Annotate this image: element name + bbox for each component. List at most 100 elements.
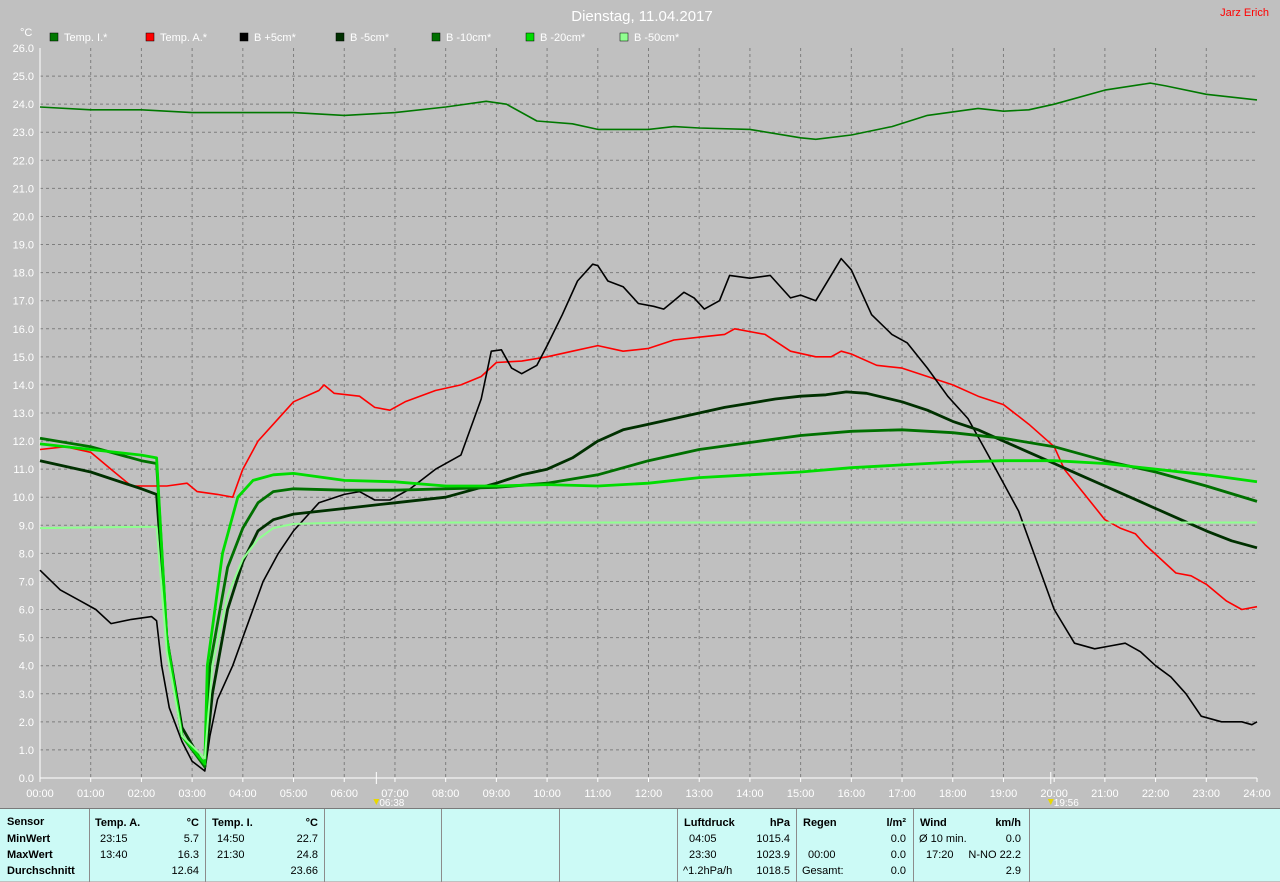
y-tick-label: 15.0 <box>13 352 34 364</box>
x-tick-label: 24:00 <box>1243 788 1271 800</box>
x-tick-label: 03:00 <box>178 788 206 800</box>
x-tick-label: 08:00 <box>432 788 460 800</box>
x-tick-label: 06:00 <box>330 788 358 800</box>
x-tick-label: 10:00 <box>533 788 561 800</box>
y-tick-label: 0.0 <box>19 773 34 785</box>
rain-min-value: 0.0 <box>890 833 906 845</box>
y-unit-label: °C <box>20 27 32 39</box>
pressure-header: Luftdruck <box>684 817 735 829</box>
legend-label: B -10cm* <box>446 32 492 44</box>
x-tick-label: 04:00 <box>229 788 257 800</box>
empty-column-1 <box>325 809 442 882</box>
x-tick-label: 12:00 <box>635 788 663 800</box>
x-tick-label: 17:00 <box>888 788 916 800</box>
y-tick-label: 6.0 <box>19 605 34 617</box>
temp-a-max-time: 13:40 <box>100 849 128 861</box>
max-label: MaxWert <box>7 849 53 861</box>
y-tick-label: 1.0 <box>19 745 34 757</box>
temp-i-max-value: 24.8 <box>296 849 318 861</box>
sun-marker-label: 06:38 <box>379 798 404 808</box>
legend-swatch <box>525 32 535 42</box>
y-tick-label: 13.0 <box>13 408 34 420</box>
pressure-min-value: 1015.4 <box>756 833 790 845</box>
x-tick-label: 19:00 <box>990 788 1018 800</box>
x-tick-label: 00:00 <box>26 788 54 800</box>
pressure-max-value: 1023.9 <box>756 849 790 861</box>
y-tick-label: 23.0 <box>13 127 34 139</box>
y-tick-label: 7.0 <box>19 576 34 588</box>
legend-swatch <box>145 32 155 42</box>
x-tick-label: 22:00 <box>1142 788 1170 800</box>
statistics-panel: Sensor MinWert MaxWert Durchschnitt Temp… <box>0 808 1280 882</box>
y-tick-label: 24.0 <box>13 99 34 111</box>
pressure-trend-value: 1018.5 <box>756 865 790 877</box>
y-tick-label: 20.0 <box>13 211 34 223</box>
temp-a-avg-value: 12.64 <box>171 865 199 877</box>
temp-a-min-time: 23:15 <box>100 833 128 845</box>
y-tick-label: 21.0 <box>13 183 34 195</box>
temp-i-unit: °C <box>305 817 318 829</box>
temp-i-min-value: 22.7 <box>296 833 318 845</box>
pressure-column: Luftdruck hPa 04:05 1015.4 23:30 1023.9 … <box>678 809 797 882</box>
legend-swatch <box>239 32 249 42</box>
legend-swatch <box>335 32 345 42</box>
wind-mean-value: 2.9 <box>1005 865 1021 877</box>
wind-avg-value: 0.0 <box>1005 833 1021 845</box>
y-tick-label: 25.0 <box>13 71 34 83</box>
temp-inside-column: Temp. I. °C 14:50 22.7 21:30 24.8 23.66 <box>206 809 325 882</box>
x-tick-label: 05:00 <box>280 788 308 800</box>
pressure-max-time: 23:30 <box>689 849 717 861</box>
empty-column-2 <box>442 809 560 882</box>
x-tick-label: 01:00 <box>77 788 105 800</box>
y-tick-label: 3.0 <box>19 689 34 701</box>
empty-column-3 <box>560 809 678 882</box>
y-tick-label: 10.0 <box>13 492 34 504</box>
legend-swatch <box>431 32 441 42</box>
temp-a-unit: °C <box>186 817 199 829</box>
legend-label: B -20cm* <box>540 32 586 44</box>
temp-i-min-time: 14:50 <box>217 833 245 845</box>
legend: Temp. I.* Temp. A.* B +5cm* B -5cm* B -10cm*… <box>49 32 680 44</box>
x-tick-label: 23:00 <box>1193 788 1221 800</box>
legend-swatch <box>49 32 59 42</box>
wind-unit: km/h <box>995 817 1021 829</box>
temp-a-min-value: 5.7 <box>183 833 199 845</box>
pressure-trend-label: ^1.2hPa/h <box>683 865 733 877</box>
pressure-min-time: 04:05 <box>689 833 717 845</box>
y-tick-label: 8.0 <box>19 548 34 560</box>
y-tick-label: 26.0 <box>13 43 34 55</box>
legend-label: Temp. A.* <box>160 32 208 44</box>
x-tick-label: 11:00 <box>584 788 611 800</box>
rain-unit: l/m² <box>886 817 906 829</box>
author-label: Jarz Erich <box>1220 7 1269 19</box>
temp-a-header: Temp. A. <box>95 817 141 829</box>
x-tick-label: 16:00 <box>838 788 866 800</box>
wind-column: Wind km/h Ø 10 min. 0.0 17:20 N-NO 22.2 … <box>914 809 1030 882</box>
rain-max-time: 00:00 <box>808 849 836 861</box>
y-tick-label: 12.0 <box>13 436 34 448</box>
temperature-chart: Dienstag, 11.04.2017 Jarz Erich °C Temp.… <box>13 7 1271 808</box>
x-tick-label: 09:00 <box>483 788 511 800</box>
wind-max-time: 17:20 <box>926 849 954 861</box>
chart-title: Dienstag, 11.04.2017 <box>571 8 713 25</box>
y-tick-label: 22.0 <box>13 155 34 167</box>
avg-label: Durchschnitt <box>7 865 75 877</box>
x-tick-label: 13:00 <box>685 788 713 800</box>
temp-i-header: Temp. I. <box>212 817 253 829</box>
x-tick-label: 21:00 <box>1091 788 1119 800</box>
legend-label: B +5cm* <box>254 32 297 44</box>
pressure-unit: hPa <box>769 817 790 829</box>
legend-swatch <box>619 32 629 42</box>
y-tick-label: 18.0 <box>13 268 34 280</box>
temp-i-avg-value: 23.66 <box>290 865 318 877</box>
y-tick-label: 14.0 <box>13 380 34 392</box>
rain-max-value: 0.0 <box>890 849 906 861</box>
legend-label: B -50cm* <box>634 32 680 44</box>
y-tick-label: 11.0 <box>13 464 34 476</box>
y-tick-label: 17.0 <box>13 296 34 308</box>
rain-total-value: 0.0 <box>890 865 906 877</box>
x-tick-label: 15:00 <box>787 788 815 800</box>
legend-label: Temp. I.* <box>64 32 108 44</box>
wind-max-value: N-NO 22.2 <box>968 849 1021 861</box>
wind-avg-label: Ø 10 min. <box>919 833 967 845</box>
